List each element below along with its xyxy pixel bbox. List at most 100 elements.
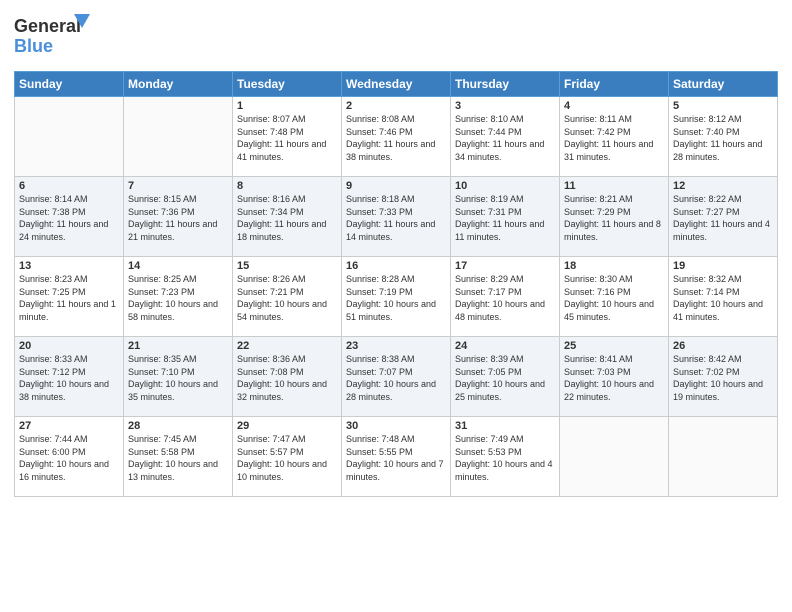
day-number: 6 <box>19 180 119 192</box>
day-info: Sunrise: 8:11 AMSunset: 7:42 PMDaylight:… <box>564 113 664 163</box>
day-info: Sunrise: 8:12 AMSunset: 7:40 PMDaylight:… <box>673 113 773 163</box>
calendar-cell: 23Sunrise: 8:38 AMSunset: 7:07 PMDayligh… <box>342 337 451 417</box>
svg-text:Blue: Blue <box>14 36 53 56</box>
page-container: General Blue SundayMondayTuesdayWednesda… <box>0 0 792 612</box>
day-number: 4 <box>564 100 664 112</box>
day-number: 28 <box>128 420 228 432</box>
day-number: 9 <box>346 180 446 192</box>
day-info: Sunrise: 8:19 AMSunset: 7:31 PMDaylight:… <box>455 193 555 243</box>
day-number: 31 <box>455 420 555 432</box>
day-info: Sunrise: 7:44 AMSunset: 6:00 PMDaylight:… <box>19 433 119 483</box>
calendar-cell: 29Sunrise: 7:47 AMSunset: 5:57 PMDayligh… <box>233 417 342 497</box>
weekday-header: Friday <box>560 72 669 97</box>
calendar-cell: 8Sunrise: 8:16 AMSunset: 7:34 PMDaylight… <box>233 177 342 257</box>
weekday-header: Monday <box>124 72 233 97</box>
day-number: 25 <box>564 340 664 352</box>
weekday-header: Tuesday <box>233 72 342 97</box>
day-number: 22 <box>237 340 337 352</box>
day-number: 10 <box>455 180 555 192</box>
day-number: 8 <box>237 180 337 192</box>
weekday-header: Thursday <box>451 72 560 97</box>
day-number: 1 <box>237 100 337 112</box>
calendar-week-row: 20Sunrise: 8:33 AMSunset: 7:12 PMDayligh… <box>15 337 778 417</box>
day-info: Sunrise: 8:07 AMSunset: 7:48 PMDaylight:… <box>237 113 337 163</box>
day-info: Sunrise: 8:39 AMSunset: 7:05 PMDaylight:… <box>455 353 555 403</box>
calendar-week-row: 6Sunrise: 8:14 AMSunset: 7:38 PMDaylight… <box>15 177 778 257</box>
day-info: Sunrise: 8:30 AMSunset: 7:16 PMDaylight:… <box>564 273 664 323</box>
day-number: 30 <box>346 420 446 432</box>
calendar-cell: 17Sunrise: 8:29 AMSunset: 7:17 PMDayligh… <box>451 257 560 337</box>
day-info: Sunrise: 8:38 AMSunset: 7:07 PMDaylight:… <box>346 353 446 403</box>
day-info: Sunrise: 8:41 AMSunset: 7:03 PMDaylight:… <box>564 353 664 403</box>
day-number: 12 <box>673 180 773 192</box>
calendar-cell <box>124 97 233 177</box>
day-info: Sunrise: 8:21 AMSunset: 7:29 PMDaylight:… <box>564 193 664 243</box>
calendar-cell: 7Sunrise: 8:15 AMSunset: 7:36 PMDaylight… <box>124 177 233 257</box>
calendar-cell: 1Sunrise: 8:07 AMSunset: 7:48 PMDaylight… <box>233 97 342 177</box>
day-info: Sunrise: 7:49 AMSunset: 5:53 PMDaylight:… <box>455 433 555 483</box>
day-number: 29 <box>237 420 337 432</box>
calendar-cell: 5Sunrise: 8:12 AMSunset: 7:40 PMDaylight… <box>669 97 778 177</box>
day-number: 19 <box>673 260 773 272</box>
calendar-cell: 13Sunrise: 8:23 AMSunset: 7:25 PMDayligh… <box>15 257 124 337</box>
day-number: 13 <box>19 260 119 272</box>
calendar-cell <box>560 417 669 497</box>
day-number: 18 <box>564 260 664 272</box>
day-info: Sunrise: 8:16 AMSunset: 7:34 PMDaylight:… <box>237 193 337 243</box>
day-number: 5 <box>673 100 773 112</box>
calendar-cell: 12Sunrise: 8:22 AMSunset: 7:27 PMDayligh… <box>669 177 778 257</box>
calendar-table: SundayMondayTuesdayWednesdayThursdayFrid… <box>14 71 778 497</box>
calendar-cell: 14Sunrise: 8:25 AMSunset: 7:23 PMDayligh… <box>124 257 233 337</box>
day-info: Sunrise: 8:28 AMSunset: 7:19 PMDaylight:… <box>346 273 446 323</box>
day-number: 20 <box>19 340 119 352</box>
day-info: Sunrise: 8:22 AMSunset: 7:27 PMDaylight:… <box>673 193 773 243</box>
calendar-cell: 6Sunrise: 8:14 AMSunset: 7:38 PMDaylight… <box>15 177 124 257</box>
calendar-week-row: 27Sunrise: 7:44 AMSunset: 6:00 PMDayligh… <box>15 417 778 497</box>
day-number: 16 <box>346 260 446 272</box>
weekday-header: Wednesday <box>342 72 451 97</box>
header: General Blue <box>14 10 778 65</box>
day-number: 21 <box>128 340 228 352</box>
day-info: Sunrise: 8:26 AMSunset: 7:21 PMDaylight:… <box>237 273 337 323</box>
day-number: 11 <box>564 180 664 192</box>
day-info: Sunrise: 8:35 AMSunset: 7:10 PMDaylight:… <box>128 353 228 403</box>
day-number: 23 <box>346 340 446 352</box>
day-info: Sunrise: 8:23 AMSunset: 7:25 PMDaylight:… <box>19 273 119 323</box>
day-info: Sunrise: 8:08 AMSunset: 7:46 PMDaylight:… <box>346 113 446 163</box>
day-info: Sunrise: 7:45 AMSunset: 5:58 PMDaylight:… <box>128 433 228 483</box>
day-info: Sunrise: 8:18 AMSunset: 7:33 PMDaylight:… <box>346 193 446 243</box>
calendar-cell: 30Sunrise: 7:48 AMSunset: 5:55 PMDayligh… <box>342 417 451 497</box>
day-number: 24 <box>455 340 555 352</box>
day-info: Sunrise: 8:25 AMSunset: 7:23 PMDaylight:… <box>128 273 228 323</box>
calendar-cell: 11Sunrise: 8:21 AMSunset: 7:29 PMDayligh… <box>560 177 669 257</box>
calendar-cell: 25Sunrise: 8:41 AMSunset: 7:03 PMDayligh… <box>560 337 669 417</box>
weekday-header: Saturday <box>669 72 778 97</box>
calendar-cell: 22Sunrise: 8:36 AMSunset: 7:08 PMDayligh… <box>233 337 342 417</box>
calendar-cell: 3Sunrise: 8:10 AMSunset: 7:44 PMDaylight… <box>451 97 560 177</box>
calendar-cell: 18Sunrise: 8:30 AMSunset: 7:16 PMDayligh… <box>560 257 669 337</box>
calendar-cell: 20Sunrise: 8:33 AMSunset: 7:12 PMDayligh… <box>15 337 124 417</box>
day-info: Sunrise: 8:33 AMSunset: 7:12 PMDaylight:… <box>19 353 119 403</box>
day-info: Sunrise: 8:10 AMSunset: 7:44 PMDaylight:… <box>455 113 555 163</box>
calendar-cell: 28Sunrise: 7:45 AMSunset: 5:58 PMDayligh… <box>124 417 233 497</box>
calendar-header-row: SundayMondayTuesdayWednesdayThursdayFrid… <box>15 72 778 97</box>
day-info: Sunrise: 8:42 AMSunset: 7:02 PMDaylight:… <box>673 353 773 403</box>
day-info: Sunrise: 8:14 AMSunset: 7:38 PMDaylight:… <box>19 193 119 243</box>
day-info: Sunrise: 8:32 AMSunset: 7:14 PMDaylight:… <box>673 273 773 323</box>
calendar-cell: 15Sunrise: 8:26 AMSunset: 7:21 PMDayligh… <box>233 257 342 337</box>
calendar-cell <box>15 97 124 177</box>
day-number: 15 <box>237 260 337 272</box>
day-info: Sunrise: 7:47 AMSunset: 5:57 PMDaylight:… <box>237 433 337 483</box>
day-number: 2 <box>346 100 446 112</box>
day-number: 3 <box>455 100 555 112</box>
calendar-cell <box>669 417 778 497</box>
day-number: 17 <box>455 260 555 272</box>
calendar-week-row: 1Sunrise: 8:07 AMSunset: 7:48 PMDaylight… <box>15 97 778 177</box>
weekday-header: Sunday <box>15 72 124 97</box>
day-info: Sunrise: 7:48 AMSunset: 5:55 PMDaylight:… <box>346 433 446 483</box>
day-number: 7 <box>128 180 228 192</box>
logo-svg: General Blue <box>14 10 104 60</box>
day-info: Sunrise: 8:29 AMSunset: 7:17 PMDaylight:… <box>455 273 555 323</box>
calendar-cell: 16Sunrise: 8:28 AMSunset: 7:19 PMDayligh… <box>342 257 451 337</box>
day-info: Sunrise: 8:36 AMSunset: 7:08 PMDaylight:… <box>237 353 337 403</box>
